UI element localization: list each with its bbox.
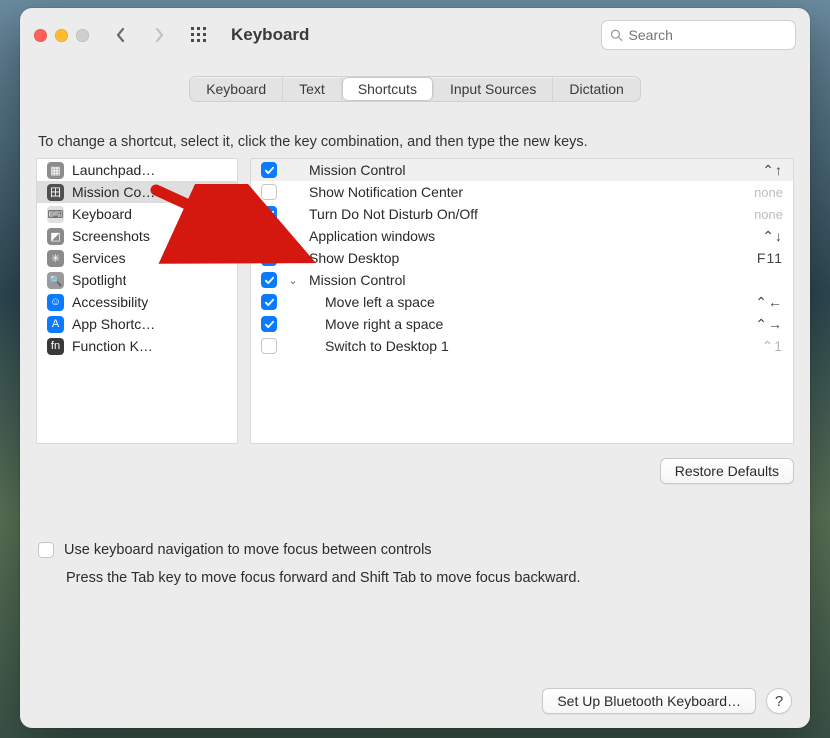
sidebar-item-services[interactable]: ✳ Services xyxy=(37,247,237,269)
keyboard-nav-checkbox-row[interactable]: Use keyboard navigation to move focus be… xyxy=(38,542,792,558)
setup-bluetooth-button[interactable]: Set Up Bluetooth Keyboard… xyxy=(542,688,756,714)
shortcut-row[interactable]: Show Notification Center none xyxy=(251,181,793,203)
shortcut-checkbox[interactable] xyxy=(261,206,277,222)
shortcut-label: Switch to Desktop 1 xyxy=(325,338,751,354)
traffic-lights xyxy=(34,29,89,42)
tab-input-sources[interactable]: Input Sources xyxy=(434,77,553,101)
help-button[interactable]: ? xyxy=(766,688,792,714)
sidebar-item-label: App Shortc… xyxy=(72,316,155,332)
shortcut-row[interactable]: Show Desktop F11 xyxy=(251,247,793,269)
shortcut-checkbox[interactable] xyxy=(261,228,277,244)
shortcut-label: Turn Do Not Disturb On/Off xyxy=(309,206,744,222)
tab-text[interactable]: Text xyxy=(283,77,342,101)
function-keys-icon: fn xyxy=(47,338,64,355)
show-all-icon[interactable] xyxy=(189,25,209,45)
shortcut-checkbox[interactable] xyxy=(261,316,277,332)
tab-keyboard[interactable]: Keyboard xyxy=(190,77,283,101)
content-area: KeyboardTextShortcutsInput SourcesDictat… xyxy=(20,62,810,728)
spotlight-icon: 🔍 xyxy=(47,272,64,289)
instructions-text: To change a shortcut, select it, click t… xyxy=(36,134,794,150)
sidebar-item-mission-control[interactable]: 田 Mission Co… xyxy=(37,181,237,203)
shortcut-row[interactable]: Switch to Desktop 1 ⌃1 xyxy=(251,335,793,357)
shortcut-keys[interactable]: F11 xyxy=(757,250,783,266)
sidebar-item-label: Keyboard xyxy=(72,206,132,222)
window-title: Keyboard xyxy=(231,25,309,45)
sidebar-item-label: Function K… xyxy=(72,338,153,354)
forward-button[interactable] xyxy=(145,21,173,49)
shortcut-checkbox[interactable] xyxy=(261,294,277,310)
app-shortcuts-icon: A xyxy=(47,316,64,333)
panes: ▦ Launchpad… 田 Mission Co… ⌨ Keyboard ◩ Screens… xyxy=(36,158,794,444)
restore-defaults-button[interactable]: Restore Defaults xyxy=(660,458,794,484)
tab-shortcuts[interactable]: Shortcuts xyxy=(342,77,434,101)
sidebar-item-keyboard[interactable]: ⌨ Keyboard xyxy=(37,203,237,225)
shortcut-row[interactable]: Move left a space ⌃← xyxy=(251,291,793,313)
shortcut-keys[interactable]: none xyxy=(754,207,783,222)
sidebar-item-screenshots[interactable]: ◩ Screenshots xyxy=(37,225,237,247)
shortcut-keys[interactable]: ⌃1 xyxy=(761,338,783,355)
shortcut-row[interactable]: Mission Control ⌃↑ xyxy=(251,159,793,181)
shortcut-list[interactable]: Mission Control ⌃↑ Show Notification Cente… xyxy=(250,158,794,444)
back-button[interactable] xyxy=(107,21,135,49)
sidebar-item-function-keys[interactable]: fn Function K… xyxy=(37,335,237,357)
prefs-window: Keyboard KeyboardTextShortcutsInput Sour… xyxy=(20,8,810,728)
shortcut-row[interactable]: Move right a space ⌃→ xyxy=(251,313,793,335)
shortcut-checkbox[interactable] xyxy=(261,250,277,266)
close-dot[interactable] xyxy=(34,29,47,42)
shortcut-label: Show Desktop xyxy=(309,250,747,266)
shortcut-keys[interactable]: ⌃→ xyxy=(755,316,783,333)
services-icon: ✳ xyxy=(47,250,64,267)
category-sidebar[interactable]: ▦ Launchpad… 田 Mission Co… ⌨ Keyboard ◩ Screens… xyxy=(36,158,238,444)
minimize-dot[interactable] xyxy=(55,29,68,42)
shortcut-label: Mission Control xyxy=(309,162,752,178)
sidebar-item-app-shortcuts[interactable]: A App Shortc… xyxy=(37,313,237,335)
shortcut-keys[interactable]: none xyxy=(754,185,783,200)
zoom-dot[interactable] xyxy=(76,29,89,42)
shortcut-checkbox[interactable] xyxy=(261,338,277,354)
shortcut-checkbox[interactable] xyxy=(261,162,277,178)
tab-dictation[interactable]: Dictation xyxy=(553,77,639,101)
sidebar-item-label: Launchpad… xyxy=(72,162,155,178)
keyboard-nav-checkbox[interactable] xyxy=(38,542,54,558)
sidebar-item-label: Spotlight xyxy=(72,272,126,288)
keyboard-nav-hint: Press the Tab key to move focus forward … xyxy=(66,570,792,586)
titlebar: Keyboard xyxy=(20,8,810,62)
shortcut-keys[interactable]: ⌃← xyxy=(755,294,783,311)
sidebar-item-label: Mission Co… xyxy=(72,184,155,200)
shortcut-label: Move left a space xyxy=(325,294,745,310)
shortcut-keys[interactable]: ⌃↓ xyxy=(762,228,783,245)
search-input[interactable] xyxy=(629,27,787,43)
keyboard-icon: ⌨ xyxy=(47,206,64,223)
bottom-buttons: Set Up Bluetooth Keyboard… ? xyxy=(542,688,792,714)
sidebar-item-launchpad[interactable]: ▦ Launchpad… xyxy=(37,159,237,181)
shortcut-label: Show Notification Center xyxy=(309,184,744,200)
shortcut-row[interactable]: ⌄ Mission Control xyxy=(251,269,793,291)
disclosure-icon[interactable]: ⌄ xyxy=(287,274,299,287)
shortcut-keys[interactable]: ⌃↑ xyxy=(762,162,783,179)
sidebar-item-label: Screenshots xyxy=(72,228,150,244)
sidebar-item-label: Services xyxy=(72,250,126,266)
shortcut-checkbox[interactable] xyxy=(261,184,277,200)
shortcut-checkbox[interactable] xyxy=(261,272,277,288)
sidebar-item-spotlight[interactable]: 🔍 Spotlight xyxy=(37,269,237,291)
mission-control-icon: 田 xyxy=(47,184,64,201)
screenshots-icon: ◩ xyxy=(47,228,64,245)
shortcut-row[interactable]: Application windows ⌃↓ xyxy=(251,225,793,247)
keyboard-nav-label: Use keyboard navigation to move focus be… xyxy=(64,542,432,558)
search-icon xyxy=(610,28,623,42)
tab-bar: KeyboardTextShortcutsInput SourcesDictat… xyxy=(189,76,641,102)
sidebar-item-label: Accessibility xyxy=(72,294,148,310)
shortcut-row[interactable]: Turn Do Not Disturb On/Off none xyxy=(251,203,793,225)
shortcut-label: Move right a space xyxy=(325,316,745,332)
accessibility-icon: ☺ xyxy=(47,294,64,311)
shortcut-label: Application windows xyxy=(309,228,752,244)
shortcut-label: Mission Control xyxy=(309,272,773,288)
sidebar-item-accessibility[interactable]: ☺ Accessibility xyxy=(37,291,237,313)
launchpad-icon: ▦ xyxy=(47,162,64,179)
search-field[interactable] xyxy=(601,20,796,50)
